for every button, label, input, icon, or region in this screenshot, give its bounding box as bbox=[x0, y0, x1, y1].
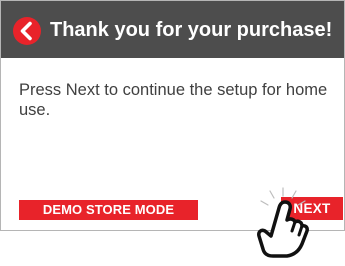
back-button[interactable] bbox=[12, 16, 42, 46]
next-button[interactable]: NEXT bbox=[281, 197, 343, 220]
page-title: Thank you for your purchase! bbox=[50, 19, 333, 41]
device-screen: Thank you for your purchase! Press Next … bbox=[0, 0, 345, 231]
instruction-text: Press Next to continue the setup for hom… bbox=[19, 81, 328, 119]
title-bar: Thank you for your purchase! bbox=[1, 1, 344, 58]
demo-mode-badge: DEMO STORE MODE bbox=[19, 200, 198, 220]
chevron-left-icon bbox=[13, 17, 41, 45]
